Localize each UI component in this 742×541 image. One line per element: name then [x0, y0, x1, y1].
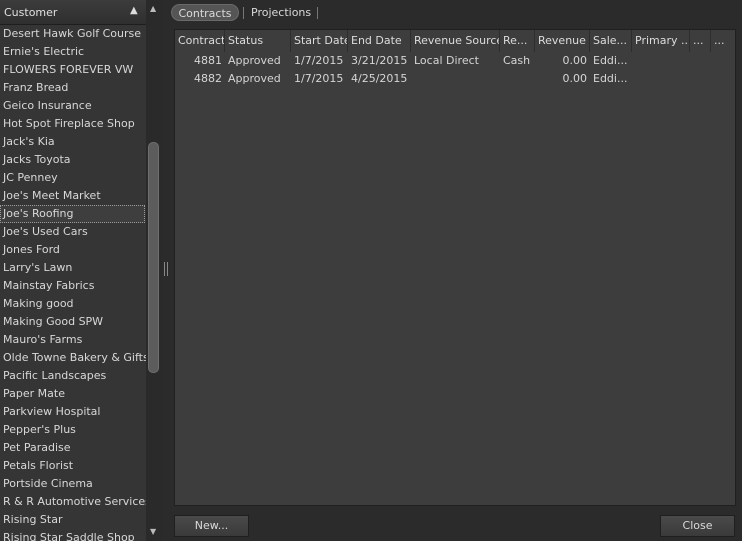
- tab-contracts[interactable]: Contracts: [171, 4, 239, 21]
- customer-list-item[interactable]: Hot Spot Fireplace Shop: [0, 115, 146, 133]
- customer-list-item[interactable]: FLOWERS FOREVER VW: [0, 61, 146, 79]
- cell-end-date: 3/21/2015: [351, 54, 408, 67]
- customer-list-item[interactable]: Desert Hawk Golf Course: [0, 25, 146, 43]
- customer-list-item[interactable]: Jack's Kia: [0, 133, 146, 151]
- customer-list-item[interactable]: Portside Cinema: [0, 475, 146, 493]
- customer-list-item[interactable]: Rising Star: [0, 511, 146, 529]
- cell-status: Approved: [228, 54, 281, 67]
- scroll-down-icon[interactable]: ▼: [150, 527, 156, 536]
- tab-divider: [243, 7, 244, 19]
- cell-revenue-source: [411, 70, 500, 88]
- scrollbar-thumb[interactable]: [148, 142, 159, 373]
- cell-revenue-source: Local Direct: [414, 54, 479, 67]
- column-header-revenue-source[interactable]: Revenue Source: [411, 30, 500, 52]
- customer-list-item[interactable]: R & R Automotive Services: [0, 493, 146, 511]
- customer-list-item[interactable]: Pet Paradise: [0, 439, 146, 457]
- cell-start-date: 1/7/2015: [294, 72, 344, 85]
- customer-list-item[interactable]: Joe's Meet Market: [0, 187, 146, 205]
- cell-contract: 4881: [194, 54, 222, 67]
- sort-ascending-icon[interactable]: ▲: [130, 5, 138, 16]
- cell-contract: 4882: [194, 72, 222, 85]
- customer-header-label: Customer: [4, 6, 58, 19]
- column-header-start-date[interactable]: Start Date: [291, 30, 348, 52]
- customer-list: Desert Hawk Golf Course Ernie's Electric…: [0, 25, 146, 541]
- column-header-end-date[interactable]: End Date: [348, 30, 411, 52]
- contracts-table: Contract Status Start Date End Date Reve…: [174, 29, 736, 506]
- customer-list-scrollbar[interactable]: ▲ ▼: [146, 0, 162, 541]
- cell-salesperson: Eddi...: [593, 54, 628, 67]
- customer-list-item[interactable]: Jones Ford: [0, 241, 146, 259]
- cell-end-date: 4/25/2015: [351, 72, 408, 85]
- table-row[interactable]: 4882 Approved 1/7/2015 4/25/2015 0.00 Ed…: [175, 70, 735, 88]
- table-row[interactable]: 4881 Approved 1/7/2015 3/21/2015 Local D…: [175, 52, 735, 70]
- customer-list-item[interactable]: Making Good SPW: [0, 313, 146, 331]
- customer-column-header[interactable]: Customer ▲: [0, 0, 146, 25]
- column-header-status[interactable]: Status: [225, 30, 291, 52]
- customer-list-item[interactable]: Jacks Toyota: [0, 151, 146, 169]
- customer-list-item[interactable]: Pepper's Plus: [0, 421, 146, 439]
- column-header-extra-2[interactable]: ...: [711, 30, 735, 52]
- customer-list-item[interactable]: Rising Star Saddle Shop: [0, 529, 146, 541]
- table-header: Contract Status Start Date End Date Reve…: [175, 30, 735, 52]
- customer-list-item[interactable]: Olde Towne Bakery & Gifts: [0, 349, 146, 367]
- customer-list-item[interactable]: Geico Insurance: [0, 97, 146, 115]
- cell-revenue-type: Cash: [503, 54, 531, 67]
- tab-projections[interactable]: Projections: [251, 4, 311, 21]
- customer-list-item[interactable]: Making good: [0, 295, 146, 313]
- customer-list-item[interactable]: Joe's Used Cars: [0, 223, 146, 241]
- column-header-salesperson[interactable]: Sale...: [590, 30, 632, 52]
- cell-status: Approved: [228, 72, 281, 85]
- customer-list-item[interactable]: Parkview Hospital: [0, 403, 146, 421]
- customer-list-item[interactable]: Petals Florist: [0, 457, 146, 475]
- customer-list-item[interactable]: JC Penney: [0, 169, 146, 187]
- customer-list-item[interactable]: Mainstay Fabrics: [0, 277, 146, 295]
- cell-revenue: 0.00: [562, 54, 588, 67]
- splitter-grip-icon[interactable]: [164, 262, 168, 276]
- cell-revenue: 0.00: [562, 72, 588, 85]
- customer-list-item[interactable]: Mauro's Farms: [0, 331, 146, 349]
- panel-splitter[interactable]: [162, 0, 170, 541]
- new-button[interactable]: New...: [174, 515, 249, 537]
- cell-revenue-type: [500, 70, 535, 88]
- tab-divider: [317, 7, 318, 19]
- customer-list-item[interactable]: Larry's Lawn: [0, 259, 146, 277]
- column-header-contract[interactable]: Contract: [175, 30, 225, 52]
- customer-list-item[interactable]: Franz Bread: [0, 79, 146, 97]
- cell-start-date: 1/7/2015: [294, 54, 344, 67]
- customer-panel: Customer ▲ Desert Hawk Golf Course Ernie…: [0, 0, 162, 541]
- customer-list-item[interactable]: Paper Mate: [0, 385, 146, 403]
- close-button[interactable]: Close: [660, 515, 735, 537]
- column-header-revenue-type[interactable]: Re...: [500, 30, 535, 52]
- column-header-extra-1[interactable]: ...: [690, 30, 711, 52]
- column-header-primary[interactable]: Primary ...: [632, 30, 690, 52]
- customer-list-item[interactable]: Ernie's Electric: [0, 43, 146, 61]
- customer-list-item-selected[interactable]: Joe's Roofing: [0, 205, 145, 223]
- scroll-up-icon[interactable]: ▲: [150, 4, 156, 13]
- customer-list-item[interactable]: Pacific Landscapes: [0, 367, 146, 385]
- cell-salesperson: Eddi...: [593, 72, 628, 85]
- column-header-revenue[interactable]: Revenue: [535, 30, 590, 52]
